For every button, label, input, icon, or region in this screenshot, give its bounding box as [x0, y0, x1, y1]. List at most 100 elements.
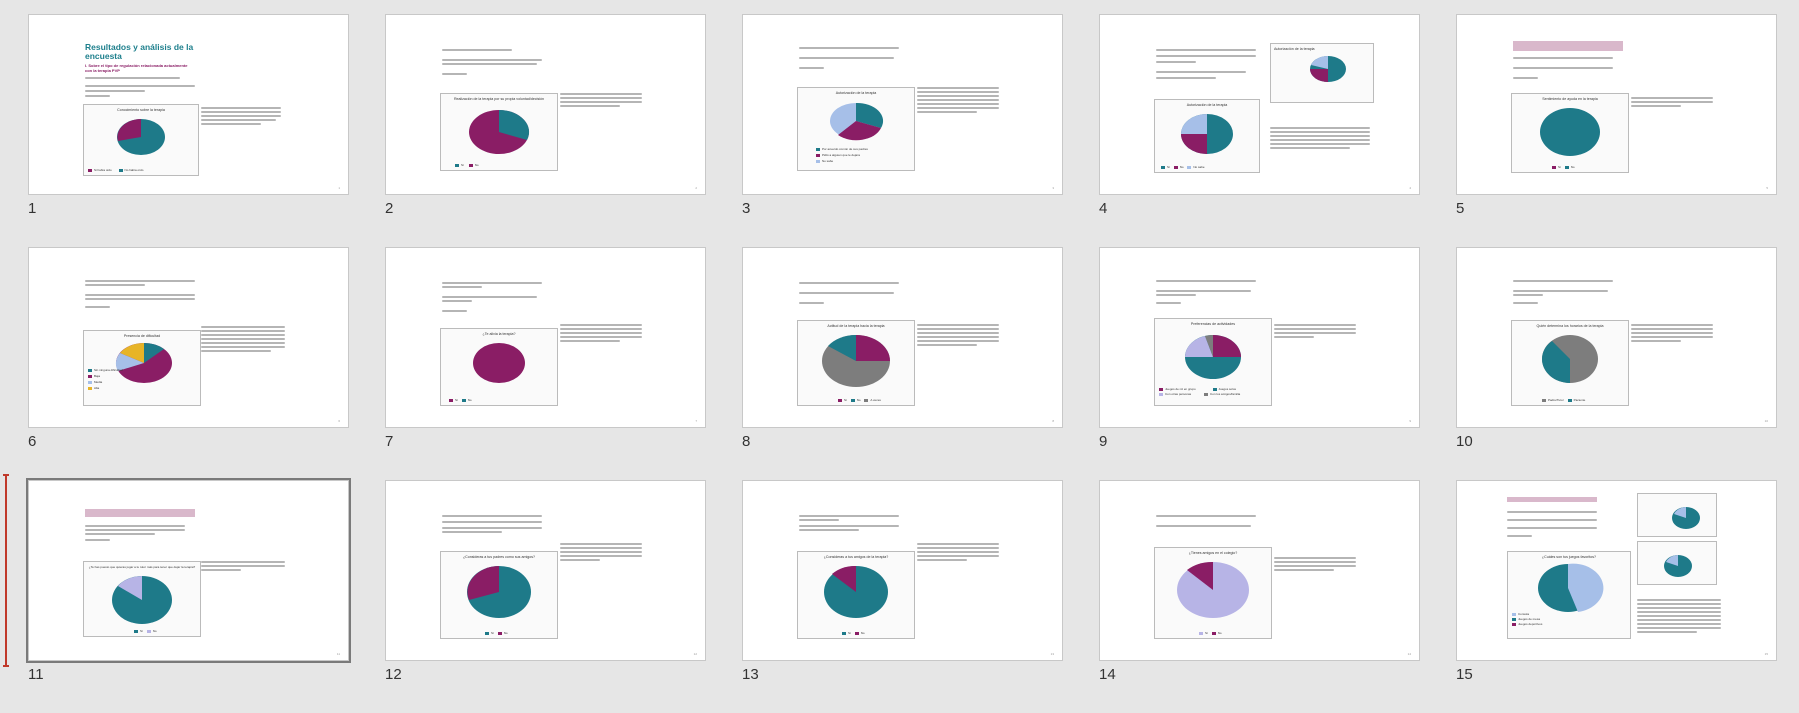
- slide-thumbnail-1[interactable]: Resultados y análisis de la encuesta I. …: [28, 14, 349, 195]
- chart-title: Sentimiento de ayuda en la terapia: [1542, 97, 1598, 101]
- chart-legend: Consola Juegos de mesa Juegos deportivos: [1512, 612, 1542, 627]
- selection-marker: [3, 474, 9, 667]
- slide-cell-10[interactable]: Quién determina los horarios de la terap…: [1456, 247, 1777, 480]
- slide-thumbnail-14[interactable]: ¿Tienes amigos en el colegio? Sí No 14: [1099, 480, 1420, 661]
- chart-box: ¿Te alivia la terapia? Sí No: [440, 328, 558, 406]
- slide-thumbnail-12[interactable]: ¿Consideras a tus padres como sus amigos…: [385, 480, 706, 661]
- chart-box: Autorización de la terapia Por acuerdo c…: [797, 87, 915, 171]
- chart-box: ¿Cuáles son tus juegos favoritos? Consol…: [1507, 551, 1631, 639]
- slide-thumbnail-10[interactable]: Quién determina los horarios de la terap…: [1456, 247, 1777, 428]
- pie-chart: [1540, 108, 1600, 156]
- slide-thumbnail-8[interactable]: Actitud de la terapia hacia la terapia S…: [742, 247, 1063, 428]
- slide-number: 4: [1099, 200, 1108, 217]
- slide-cell-9[interactable]: Preferencias de actividades Juegos de ro…: [1099, 247, 1420, 480]
- slide-cell-13[interactable]: ¿Consideras a tus amigos de la terapia? …: [742, 480, 1063, 713]
- pie-chart: [467, 566, 531, 618]
- chart-title: ¿Cuáles son tus juegos favoritos?: [1541, 555, 1597, 559]
- chart-title: Realización de la terapia por su propia …: [453, 97, 545, 101]
- chart-title: Conocimiento sobre la terapia: [117, 108, 165, 112]
- pie-chart: [112, 576, 172, 624]
- slide-cell-12[interactable]: ¿Consideras a tus padres como sus amigos…: [385, 480, 706, 713]
- chart-title: ¿Te has puesto que quieras jugar a tu tu…: [88, 565, 196, 569]
- slide-number: 10: [1456, 433, 1473, 450]
- chart-box: ¿Tienes amigos en el colegio? Sí No: [1154, 547, 1272, 639]
- chart-legend: Si había oído No había oído: [88, 168, 143, 172]
- pie-chart: [1177, 561, 1249, 618]
- chart-box: ¿Consideras a tus padres como sus amigos…: [440, 551, 558, 639]
- slide-thumbnail-11[interactable]: ¿Te has puesto que quieras jugar a tu tu…: [26, 478, 351, 663]
- slide-cell-15[interactable]: ¿Cuáles son tus juegos favoritos? Consol…: [1456, 480, 1777, 713]
- pie-chart: [1181, 114, 1233, 154]
- slide-number: 11: [28, 666, 44, 683]
- chart-box: [1637, 493, 1717, 537]
- pie-chart: [469, 109, 530, 154]
- slide-cell-1[interactable]: Resultados y análisis de la encuesta I. …: [28, 14, 349, 247]
- slide-subtitle: I. Sobre el tipo de regulación relaciona…: [85, 63, 188, 73]
- chart-legend: Sí No: [1552, 165, 1575, 169]
- slide-cell-2[interactable]: Realización de la terapia por su propia …: [385, 14, 706, 247]
- chart-box: Autorización de la terapia: [1270, 43, 1374, 103]
- slide-number: 2: [385, 200, 394, 217]
- slide-sorter-grid: Resultados y análisis de la encuesta I. …: [26, 14, 1777, 713]
- chart-title: Actitud de la terapia hacia la terapia: [827, 324, 885, 328]
- pie-chart: [473, 343, 525, 383]
- slide-number: 9: [1099, 433, 1108, 450]
- pie-chart: [824, 565, 888, 618]
- slide-number: 14: [1099, 666, 1116, 683]
- slide-cell-7[interactable]: ¿Te alivia la terapia? Sí No 7 7: [385, 247, 706, 480]
- chart-box: [1637, 541, 1717, 585]
- chart-box: Realización de la terapia por su propia …: [440, 93, 558, 171]
- chart-title: Presencia de dificultad: [123, 334, 161, 338]
- chart-box: Quién determina los horarios de la terap…: [1511, 320, 1629, 406]
- chart-title: Autorización de la terapia: [1186, 103, 1228, 107]
- slide-number: 3: [742, 200, 751, 217]
- chart-legend: Sí No No sabe: [1161, 165, 1205, 169]
- slide-thumbnail-7[interactable]: ¿Te alivia la terapia? Sí No 7: [385, 247, 706, 428]
- slide-cell-5[interactable]: Sentimiento de ayuda en la terapia Sí No…: [1456, 14, 1777, 247]
- chart-legend: Sí No: [1199, 631, 1222, 635]
- pie-chart: [117, 119, 165, 155]
- slide-thumbnail-9[interactable]: Preferencias de actividades Juegos de ro…: [1099, 247, 1420, 428]
- chart-legend: Juegos de rol en grupo Juegos solos Con …: [1159, 387, 1240, 397]
- pie-chart: [1542, 335, 1598, 383]
- chart-title: ¿Consideras a tus amigos de la terapia?: [823, 555, 889, 559]
- slide-cell-8[interactable]: Actitud de la terapia hacia la terapia S…: [742, 247, 1063, 480]
- chart-legend: Sí No: [134, 629, 157, 633]
- slide-thumbnail-2[interactable]: Realización de la terapia por su propia …: [385, 14, 706, 195]
- slide-number: 7: [385, 433, 394, 450]
- slide-title: Resultados y análisis de la encuesta: [85, 42, 194, 61]
- chart-legend: Sí No: [455, 163, 479, 167]
- chart-legend: Sí No: [485, 631, 508, 635]
- slide-cell-6[interactable]: Presencia de dificultad Sin ninguna difi…: [28, 247, 349, 480]
- slide-number: 15: [1456, 666, 1473, 683]
- chart-box: Presencia de dificultad Sin ninguna difi…: [83, 330, 201, 406]
- chart-box: Conocimiento sobre la terapia Si había o…: [83, 104, 199, 176]
- chart-legend: Sí No: [842, 631, 865, 635]
- slide-thumbnail-3[interactable]: Autorización de la terapia Por acuerdo c…: [742, 14, 1063, 195]
- slide-thumbnail-6[interactable]: Presencia de dificultad Sin ninguna difi…: [28, 247, 349, 428]
- pie-chart: [1310, 56, 1346, 82]
- slide-cell-14[interactable]: ¿Tienes amigos en el colegio? Sí No 14 1…: [1099, 480, 1420, 713]
- chart-legend: Padre/Tutor Paciente: [1542, 398, 1585, 402]
- chart-box: Sentimiento de ayuda en la terapia Sí No: [1511, 93, 1629, 173]
- slide-thumbnail-5[interactable]: Sentimiento de ayuda en la terapia Sí No…: [1456, 14, 1777, 195]
- chart-title: Autorización de la terapia: [835, 91, 877, 95]
- slide-thumbnail-13[interactable]: ¿Consideras a tus amigos de la terapia? …: [742, 480, 1063, 661]
- chart-legend: Por acuerdo común de sus padres Pidió a …: [816, 146, 868, 164]
- chart-box: ¿Te has puesto que quieras jugar a tu tu…: [83, 561, 201, 637]
- slide-cell-4[interactable]: Autorización de la terapia Autorización …: [1099, 14, 1420, 247]
- slide-thumbnail-15[interactable]: ¿Cuáles son tus juegos favoritos? Consol…: [1456, 480, 1777, 661]
- slide-cell-3[interactable]: Autorización de la terapia Por acuerdo c…: [742, 14, 1063, 247]
- slide-number: 8: [742, 433, 751, 450]
- chart-legend: Sin ninguna dificultad Baja Media Alta: [88, 367, 123, 391]
- pie-chart: [1664, 555, 1692, 577]
- chart-box: Preferencias de actividades Juegos de ro…: [1154, 318, 1272, 406]
- pie-chart: [1672, 507, 1700, 529]
- slide-number: 1: [28, 200, 37, 217]
- chart-title: ¿Te alivia la terapia?: [482, 332, 516, 336]
- slide-number: 13: [742, 666, 759, 683]
- slide-thumbnail-4[interactable]: Autorización de la terapia Autorización …: [1099, 14, 1420, 195]
- chart-title: Quién determina los horarios de la terap…: [1536, 324, 1604, 328]
- chart-title: ¿Tienes amigos en el colegio?: [1188, 551, 1238, 555]
- slide-cell-11[interactable]: ¿Te has puesto que quieras jugar a tu tu…: [26, 478, 351, 713]
